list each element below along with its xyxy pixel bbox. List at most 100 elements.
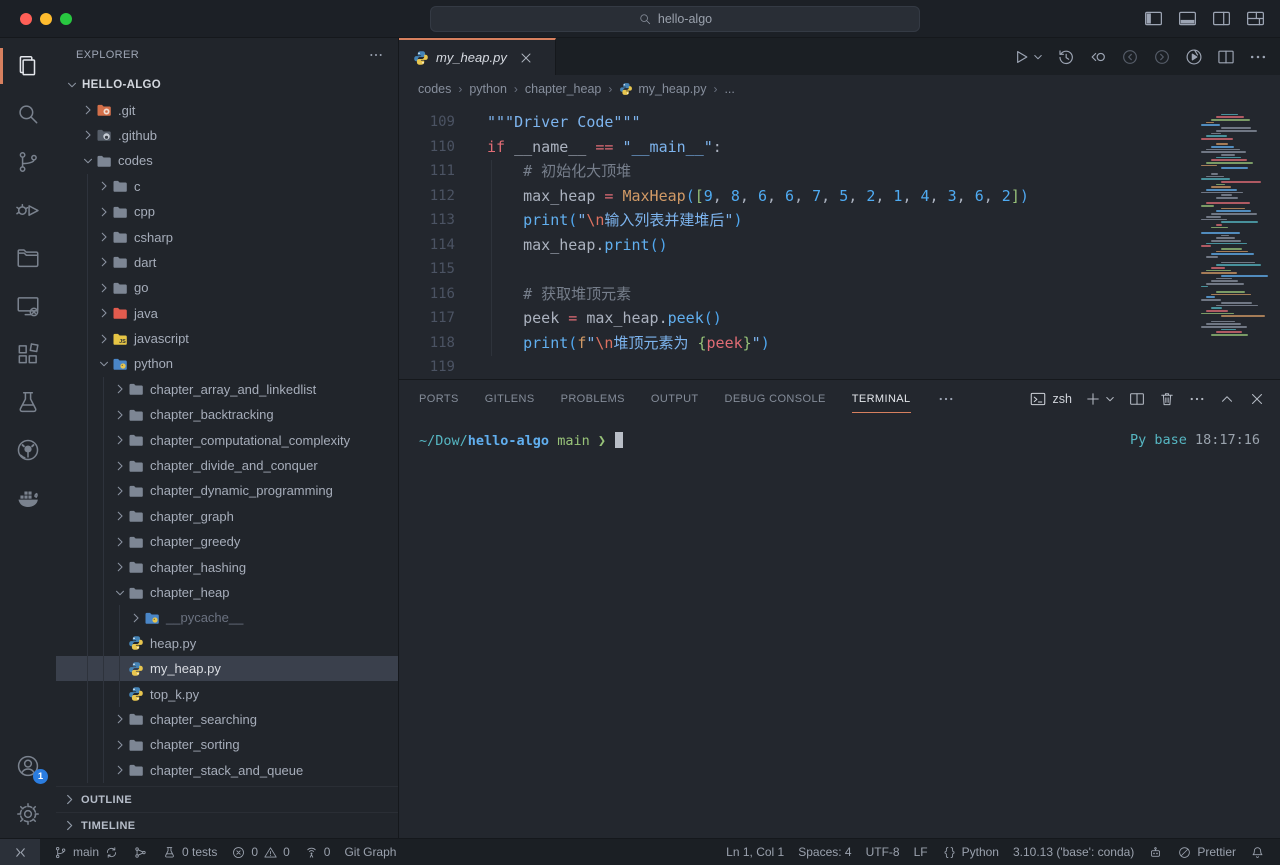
tree-item-codes[interactable]: codes	[56, 148, 398, 173]
close-panel-icon[interactable]	[1248, 390, 1266, 408]
panel-tab-gitlens[interactable]: GITLENS	[485, 380, 535, 418]
code-line-112[interactable]: 112 max_heap = MaxHeap([9, 8, 6, 6, 7, 5…	[399, 184, 1280, 209]
chevron-right-icon[interactable]	[112, 737, 128, 753]
breadcrumb-python[interactable]: python	[469, 82, 507, 96]
chevron-right-icon[interactable]	[96, 178, 112, 194]
status-language-mode[interactable]: Python	[935, 839, 1006, 865]
chevron-right-icon[interactable]	[96, 204, 112, 220]
status-encoding[interactable]: UTF-8	[859, 839, 907, 865]
panel-more-tabs-icon[interactable]	[937, 390, 955, 408]
tree-item-python[interactable]: python	[56, 351, 398, 376]
chevron-down-icon[interactable]	[112, 585, 128, 601]
toggle-sidebar-icon[interactable]	[1143, 8, 1164, 29]
chevron-right-icon[interactable]	[112, 483, 128, 499]
code-line-117[interactable]: 117 peek = max_heap.peek()	[399, 306, 1280, 331]
code-line-109[interactable]: 109"""Driver Code"""	[399, 110, 1280, 135]
chevron-right-icon[interactable]	[80, 127, 96, 143]
status-ports[interactable]: 0	[297, 839, 338, 865]
activity-testing[interactable]	[0, 378, 56, 426]
panel-tab-terminal[interactable]: TERMINAL	[852, 380, 911, 418]
panel-tab-ports[interactable]: PORTS	[419, 380, 459, 418]
terminal-shell-select[interactable]: zsh	[1029, 390, 1072, 408]
chevron-right-icon[interactable]	[112, 711, 128, 727]
chevron-right-icon[interactable]	[112, 381, 128, 397]
chevron-down-icon[interactable]	[96, 356, 112, 372]
tree-item-top-k-py[interactable]: top_k.py	[56, 681, 398, 706]
code-line-115[interactable]: 115	[399, 257, 1280, 282]
customize-layout-icon[interactable]	[1245, 8, 1266, 29]
timeline-history-icon[interactable]	[1056, 47, 1076, 67]
tree-item-csharp[interactable]: csharp	[56, 224, 398, 249]
code-line-110[interactable]: 110if __name__ == "__main__":	[399, 135, 1280, 160]
status-notifications[interactable]	[1243, 839, 1272, 865]
tree-item-chapter-hashing[interactable]: chapter_hashing	[56, 554, 398, 579]
status-remote-indicator[interactable]	[0, 839, 40, 865]
chevron-down-icon[interactable]	[64, 77, 80, 93]
toggle-secondary-sidebar-icon[interactable]	[1211, 8, 1232, 29]
command-center-search[interactable]: hello-algo	[430, 6, 920, 32]
tree-item-chapter-dynamic-programming[interactable]: chapter_dynamic_programming	[56, 478, 398, 503]
activity-remote-explorer[interactable]	[0, 282, 56, 330]
tree-item-javascript[interactable]: JSjavascript	[56, 326, 398, 351]
code-line-113[interactable]: 113 print("\n输入列表并建堆后")	[399, 208, 1280, 233]
chevron-right-icon[interactable]	[112, 559, 128, 575]
chevron-right-icon[interactable]	[112, 508, 128, 524]
panel-tab-problems[interactable]: PROBLEMS	[561, 380, 625, 418]
terminal-view[interactable]: ~/Dow/hello-algo main ❯ Py base 18:17:16	[399, 418, 1280, 838]
tree-item-java[interactable]: java	[56, 301, 398, 326]
tree-item--git[interactable]: .git	[56, 97, 398, 122]
tree-item-hello-algo[interactable]: HELLO-ALGO	[56, 72, 398, 97]
chevron-right-icon[interactable]	[112, 407, 128, 423]
minimize-window-button[interactable]	[40, 13, 52, 25]
chevron-right-icon[interactable]	[128, 610, 144, 626]
chevron-right-icon[interactable]	[112, 432, 128, 448]
activity-run-and-debug[interactable]	[0, 186, 56, 234]
chevron-right-icon[interactable]	[96, 305, 112, 321]
activity-explorer[interactable]	[0, 42, 56, 90]
activity-source-control[interactable]	[0, 138, 56, 186]
breadcrumb-chapter-heap[interactable]: chapter_heap	[525, 82, 601, 96]
panel-tab-debug-console[interactable]: DEBUG CONSOLE	[725, 380, 826, 418]
chevron-right-icon[interactable]	[96, 229, 112, 245]
maximize-panel-icon[interactable]	[1218, 390, 1236, 408]
tree-item-chapter-heap[interactable]: chapter_heap	[56, 580, 398, 605]
tree-item-chapter-sorting[interactable]: chapter_sorting	[56, 732, 398, 757]
tree-item-c[interactable]: c	[56, 174, 398, 199]
panel-tab-output[interactable]: OUTPUT	[651, 380, 699, 418]
status-copilot[interactable]	[1141, 839, 1170, 865]
new-terminal-dropdown-icon[interactable]	[1104, 393, 1116, 405]
tree-item-go[interactable]: go	[56, 275, 398, 300]
code-line-118[interactable]: 118 print(f"\n堆顶元素为 {peek}")	[399, 331, 1280, 356]
run-icon[interactable]	[1011, 47, 1031, 67]
tree-item-chapter-array-and-linkedlist[interactable]: chapter_array_and_linkedlist	[56, 377, 398, 402]
status-cursor-position[interactable]: Ln 1, Col 1	[719, 839, 791, 865]
chevron-right-icon[interactable]	[112, 534, 128, 550]
status-python-interpreter[interactable]: 3.10.13 ('base': conda)	[1006, 839, 1141, 865]
tree-item-chapter-divide-and-conquer[interactable]: chapter_divide_and_conquer	[56, 453, 398, 478]
close-window-button[interactable]	[20, 13, 32, 25]
activity-docker[interactable]	[0, 474, 56, 522]
run-profile-icon[interactable]	[1184, 47, 1204, 67]
chevron-right-icon[interactable]	[96, 254, 112, 270]
status-prettier[interactable]: Prettier	[1170, 839, 1243, 865]
code-line-111[interactable]: 111 # 初始化大顶堆	[399, 159, 1280, 184]
tab-my-heap[interactable]: my_heap.py	[399, 38, 556, 75]
minimap[interactable]	[1201, 111, 1267, 337]
status-git-graph[interactable]: Git Graph	[337, 839, 403, 865]
chevron-right-icon[interactable]	[112, 458, 128, 474]
chevron-right-icon[interactable]	[96, 331, 112, 347]
chevron-right-icon[interactable]	[96, 280, 112, 296]
split-terminal-icon[interactable]	[1128, 390, 1146, 408]
terminal-more-actions-icon[interactable]	[1188, 390, 1206, 408]
sidebar-section-timeline[interactable]: TIMELINE	[56, 812, 398, 838]
kill-terminal-icon[interactable]	[1158, 390, 1176, 408]
status-problems[interactable]: 00	[224, 839, 296, 865]
status-commit-graph[interactable]	[126, 839, 155, 865]
zoom-window-button[interactable]	[60, 13, 72, 25]
code-line-114[interactable]: 114 max_heap.print()	[399, 233, 1280, 258]
activity-accounts[interactable]: 1	[0, 742, 56, 790]
breadcrumb-my-heap-py[interactable]: my_heap.py	[619, 82, 706, 96]
tab-close-icon[interactable]	[518, 50, 534, 66]
code-line-116[interactable]: 116 # 获取堆顶元素	[399, 282, 1280, 307]
open-changes-icon[interactable]	[1088, 47, 1108, 67]
